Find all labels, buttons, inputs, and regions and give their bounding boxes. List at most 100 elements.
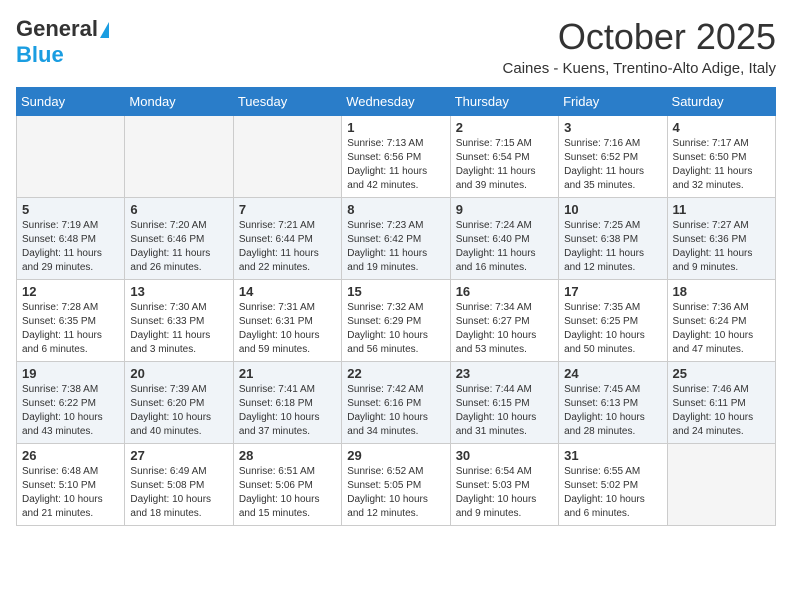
calendar-day-cell: 26 Sunrise: 6:48 AMSunset: 5:10 PMDayligh… xyxy=(17,444,125,526)
day-info: Sunrise: 7:27 AMSunset: 6:36 PMDaylight:… xyxy=(673,219,770,275)
calendar-day-cell: 6 Sunrise: 7:20 AMSunset: 6:46 PMDaylight… xyxy=(125,198,233,280)
logo-triangle-icon xyxy=(100,22,109,38)
day-info: Sunrise: 6:48 AMSunset: 5:10 PMDaylight:… xyxy=(22,465,119,521)
day-number: 27 xyxy=(130,448,227,463)
day-number: 6 xyxy=(130,202,227,217)
day-info: Sunrise: 7:21 AMSunset: 6:44 PMDaylight:… xyxy=(239,219,336,275)
month-title: October 2025 xyxy=(503,16,776,58)
day-number: 17 xyxy=(564,284,661,299)
calendar-day-cell: 9 Sunrise: 7:24 AMSunset: 6:40 PMDaylight… xyxy=(450,198,558,280)
calendar-day-cell: 5 Sunrise: 7:19 AMSunset: 6:48 PMDaylight… xyxy=(17,198,125,280)
day-number: 18 xyxy=(673,284,770,299)
day-number: 25 xyxy=(673,366,770,381)
logo-general: General xyxy=(16,16,98,42)
calendar-day-cell: 25 Sunrise: 7:46 AMSunset: 6:11 PMDayligh… xyxy=(667,362,775,444)
day-info: Sunrise: 7:38 AMSunset: 6:22 PMDaylight:… xyxy=(22,383,119,439)
calendar-day-cell: 17 Sunrise: 7:35 AMSunset: 6:25 PMDayligh… xyxy=(559,280,667,362)
calendar-day-cell: 10 Sunrise: 7:25 AMSunset: 6:38 PMDayligh… xyxy=(559,198,667,280)
weekday-header-cell: Wednesday xyxy=(342,88,450,116)
day-info: Sunrise: 6:54 AMSunset: 5:03 PMDaylight:… xyxy=(456,465,553,521)
logo-blue: Blue xyxy=(16,42,64,67)
day-number: 15 xyxy=(347,284,444,299)
day-info: Sunrise: 7:19 AMSunset: 6:48 PMDaylight:… xyxy=(22,219,119,275)
day-number: 10 xyxy=(564,202,661,217)
day-number: 21 xyxy=(239,366,336,381)
weekday-header-cell: Saturday xyxy=(667,88,775,116)
calendar-day-cell: 24 Sunrise: 7:45 AMSunset: 6:13 PMDayligh… xyxy=(559,362,667,444)
calendar-day-cell: 14Sunrise: 7:31 AMSunset: 6:31 PMDayligh… xyxy=(233,280,341,362)
day-info: Sunrise: 7:15 AMSunset: 6:54 PMDaylight:… xyxy=(456,137,553,193)
calendar-day-cell: 3 Sunrise: 7:16 AMSunset: 6:52 PMDaylight… xyxy=(559,116,667,198)
calendar-day-cell: 18 Sunrise: 7:36 AMSunset: 6:24 PMDayligh… xyxy=(667,280,775,362)
day-info: Sunrise: 7:44 AMSunset: 6:15 PMDaylight:… xyxy=(456,383,553,439)
day-info: Sunrise: 6:55 AMSunset: 5:02 PMDaylight:… xyxy=(564,465,661,521)
day-info: Sunrise: 7:42 AMSunset: 6:16 PMDaylight:… xyxy=(347,383,444,439)
calendar-day-cell: 31 Sunrise: 6:55 AMSunset: 5:02 PMDayligh… xyxy=(559,444,667,526)
calendar-day-cell: 12 Sunrise: 7:28 AMSunset: 6:35 PMDayligh… xyxy=(17,280,125,362)
day-number: 5 xyxy=(22,202,119,217)
location-subtitle: Caines - Kuens, Trentino-Alto Adige, Ita… xyxy=(503,60,776,77)
day-info: Sunrise: 7:36 AMSunset: 6:24 PMDaylight:… xyxy=(673,301,770,357)
calendar-day-cell xyxy=(125,116,233,198)
page-header: General Blue October 2025 Caines - Kuens… xyxy=(16,16,776,77)
calendar-day-cell xyxy=(17,116,125,198)
day-number: 13 xyxy=(130,284,227,299)
calendar-week-row: 19Sunrise: 7:38 AMSunset: 6:22 PMDayligh… xyxy=(17,362,776,444)
calendar-day-cell xyxy=(233,116,341,198)
day-info: Sunrise: 7:20 AMSunset: 6:46 PMDaylight:… xyxy=(130,219,227,275)
calendar-week-row: 12 Sunrise: 7:28 AMSunset: 6:35 PMDayligh… xyxy=(17,280,776,362)
calendar-day-cell: 15Sunrise: 7:32 AMSunset: 6:29 PMDayligh… xyxy=(342,280,450,362)
day-number: 30 xyxy=(456,448,553,463)
weekday-header-cell: Thursday xyxy=(450,88,558,116)
calendar-day-cell: 13 Sunrise: 7:30 AMSunset: 6:33 PMDayligh… xyxy=(125,280,233,362)
day-info: Sunrise: 7:35 AMSunset: 6:25 PMDaylight:… xyxy=(564,301,661,357)
weekday-header-row: SundayMondayTuesdayWednesdayThursdayFrid… xyxy=(17,88,776,116)
day-info: Sunrise: 6:51 AMSunset: 5:06 PMDaylight:… xyxy=(239,465,336,521)
calendar-day-cell: 22 Sunrise: 7:42 AMSunset: 6:16 PMDayligh… xyxy=(342,362,450,444)
day-info: Sunrise: 7:45 AMSunset: 6:13 PMDaylight:… xyxy=(564,383,661,439)
day-number: 24 xyxy=(564,366,661,381)
weekday-header-cell: Sunday xyxy=(17,88,125,116)
calendar-table: SundayMondayTuesdayWednesdayThursdayFrid… xyxy=(16,87,776,526)
calendar-day-cell: 16Sunrise: 7:34 AMSunset: 6:27 PMDayligh… xyxy=(450,280,558,362)
day-number: 7 xyxy=(239,202,336,217)
day-number: 28 xyxy=(239,448,336,463)
calendar-day-cell: 21Sunrise: 7:41 AMSunset: 6:18 PMDayligh… xyxy=(233,362,341,444)
day-number: 20 xyxy=(130,366,227,381)
calendar-day-cell: 2Sunrise: 7:15 AMSunset: 6:54 PMDaylight… xyxy=(450,116,558,198)
title-block: October 2025 Caines - Kuens, Trentino-Al… xyxy=(503,16,776,77)
calendar-day-cell: 20Sunrise: 7:39 AMSunset: 6:20 PMDayligh… xyxy=(125,362,233,444)
calendar-week-row: 5 Sunrise: 7:19 AMSunset: 6:48 PMDaylight… xyxy=(17,198,776,280)
day-info: Sunrise: 7:16 AMSunset: 6:52 PMDaylight:… xyxy=(564,137,661,193)
logo: General Blue xyxy=(16,16,109,68)
weekday-header-cell: Tuesday xyxy=(233,88,341,116)
day-info: Sunrise: 7:17 AMSunset: 6:50 PMDaylight:… xyxy=(673,137,770,193)
day-number: 12 xyxy=(22,284,119,299)
day-number: 1 xyxy=(347,120,444,135)
calendar-day-cell xyxy=(667,444,775,526)
day-info: Sunrise: 7:46 AMSunset: 6:11 PMDaylight:… xyxy=(673,383,770,439)
calendar-day-cell: 30 Sunrise: 6:54 AMSunset: 5:03 PMDayligh… xyxy=(450,444,558,526)
day-number: 23 xyxy=(456,366,553,381)
day-info: Sunrise: 7:30 AMSunset: 6:33 PMDaylight:… xyxy=(130,301,227,357)
day-number: 3 xyxy=(564,120,661,135)
day-number: 9 xyxy=(456,202,553,217)
calendar-body: 1Sunrise: 7:13 AMSunset: 6:56 PMDaylight… xyxy=(17,116,776,526)
day-number: 22 xyxy=(347,366,444,381)
day-number: 29 xyxy=(347,448,444,463)
day-number: 8 xyxy=(347,202,444,217)
calendar-day-cell: 19Sunrise: 7:38 AMSunset: 6:22 PMDayligh… xyxy=(17,362,125,444)
day-info: Sunrise: 7:25 AMSunset: 6:38 PMDaylight:… xyxy=(564,219,661,275)
day-number: 26 xyxy=(22,448,119,463)
day-info: Sunrise: 6:52 AMSunset: 5:05 PMDaylight:… xyxy=(347,465,444,521)
calendar-day-cell: 1Sunrise: 7:13 AMSunset: 6:56 PMDaylight… xyxy=(342,116,450,198)
day-info: Sunrise: 7:34 AMSunset: 6:27 PMDaylight:… xyxy=(456,301,553,357)
day-info: Sunrise: 7:24 AMSunset: 6:40 PMDaylight:… xyxy=(456,219,553,275)
calendar-day-cell: 4Sunrise: 7:17 AMSunset: 6:50 PMDaylight… xyxy=(667,116,775,198)
day-info: Sunrise: 7:31 AMSunset: 6:31 PMDaylight:… xyxy=(239,301,336,357)
calendar-day-cell: 11Sunrise: 7:27 AMSunset: 6:36 PMDayligh… xyxy=(667,198,775,280)
calendar-day-cell: 29 Sunrise: 6:52 AMSunset: 5:05 PMDayligh… xyxy=(342,444,450,526)
day-info: Sunrise: 7:28 AMSunset: 6:35 PMDaylight:… xyxy=(22,301,119,357)
calendar-day-cell: 7 Sunrise: 7:21 AMSunset: 6:44 PMDaylight… xyxy=(233,198,341,280)
day-number: 31 xyxy=(564,448,661,463)
